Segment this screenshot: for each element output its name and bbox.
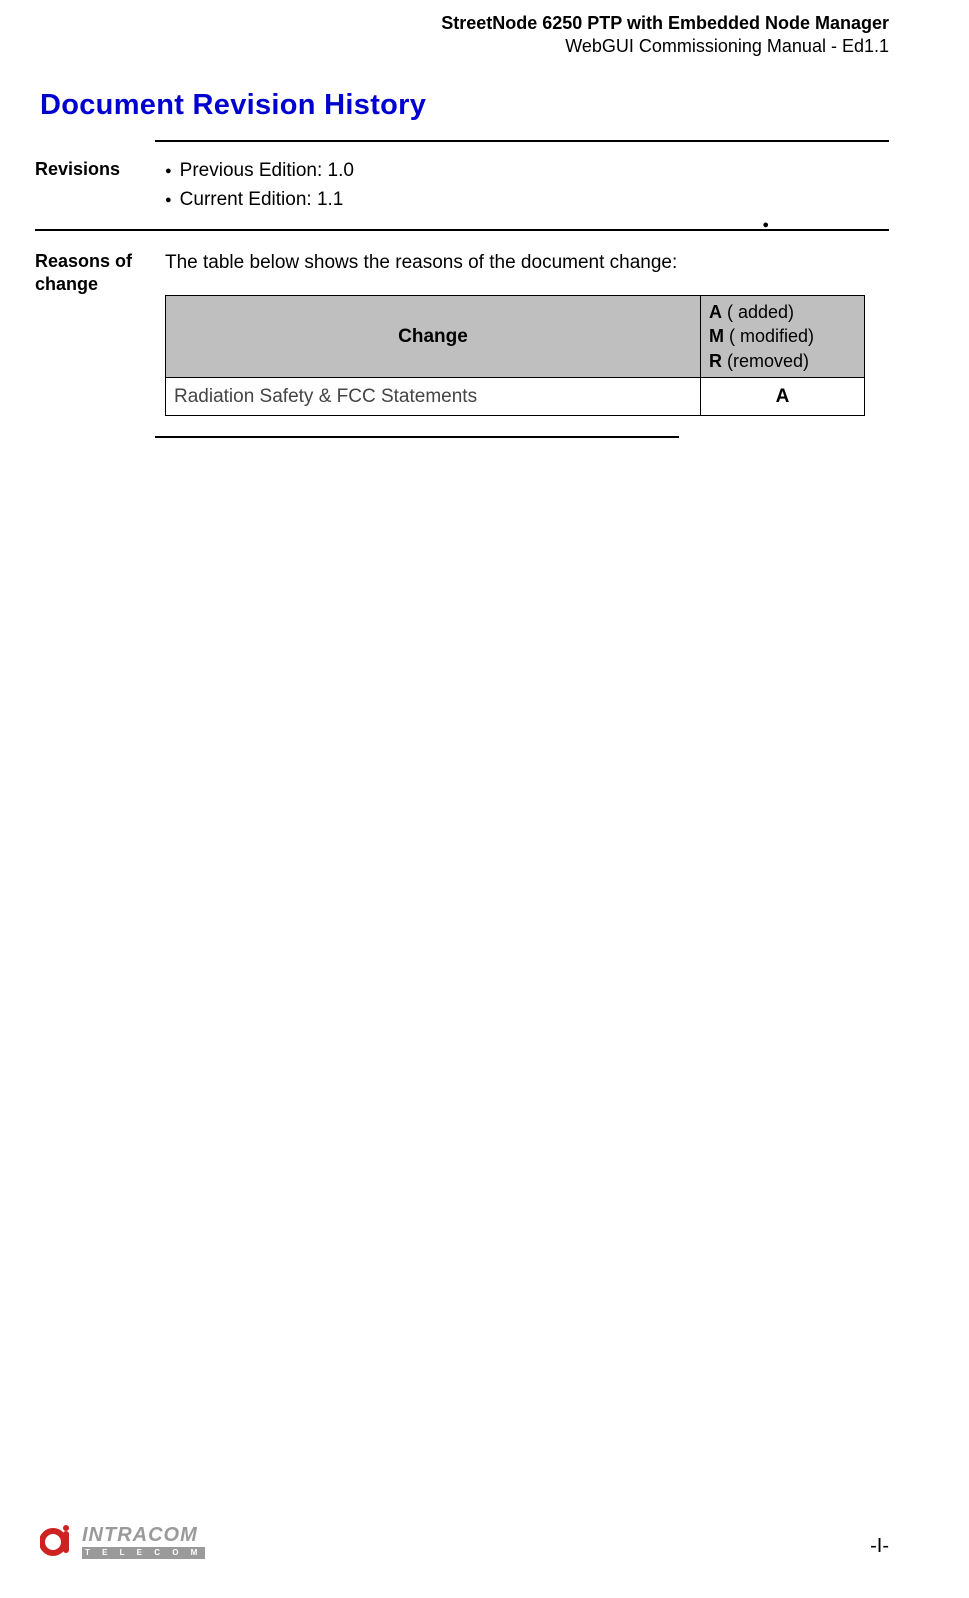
table-header-row: Change A ( added) M ( modified) R (remov… (166, 296, 865, 378)
revisions-label: Revisions (35, 156, 165, 181)
logo-main-text: INTRACOM (82, 1525, 205, 1545)
logo-text: INTRACOM T E L E C O M (82, 1525, 205, 1559)
divider (155, 436, 679, 438)
legend-a-key: A (709, 302, 722, 322)
reasons-label: Reasons of change (35, 248, 165, 297)
reasons-block: Reasons of change The table below shows … (35, 223, 889, 437)
reasons-body: The table below shows the reasons of the… (165, 248, 889, 427)
page-footer: INTRACOM T E L E C O M -I- (40, 1524, 929, 1560)
section-title: Document Revision History (40, 89, 889, 122)
table-row: Radiation Safety & FCC Statements A (166, 377, 865, 415)
legend-m-key: M (709, 326, 724, 346)
change-table: Change A ( added) M ( modified) R (remov… (165, 295, 865, 416)
content-area: Document Revision History Revisions Prev… (0, 89, 969, 439)
legend-r-val: (removed) (722, 351, 809, 371)
logo-icon (40, 1524, 76, 1560)
logo: INTRACOM T E L E C O M (40, 1524, 205, 1560)
col-header-legend: A ( added) M ( modified) R (removed) (701, 296, 865, 378)
cell-change: Radiation Safety & FCC Statements (166, 377, 701, 415)
logo-sub-text: T E L E C O M (82, 1547, 205, 1559)
header-subtitle: WebGUI Commissioning Manual - Ed1.1 (0, 35, 889, 58)
header-title: StreetNode 6250 PTP with Embedded Node M… (0, 12, 889, 35)
reasons-intro: The table below shows the reasons of the… (165, 248, 889, 277)
list-item: Current Edition: 1.1 (165, 185, 889, 214)
col-header-change: Change (166, 296, 701, 378)
page-header: StreetNode 6250 PTP with Embedded Node M… (0, 0, 969, 59)
cell-code: A (701, 377, 865, 415)
revisions-list: Previous Edition: 1.0 Current Edition: 1… (165, 156, 889, 215)
legend-a-val: ( added) (722, 302, 794, 322)
legend-m-val: ( modified) (724, 326, 814, 346)
list-item: Previous Edition: 1.0 (165, 156, 889, 185)
revisions-body: Previous Edition: 1.0 Current Edition: 1… (165, 156, 889, 215)
page-number: -I- (870, 1535, 929, 1560)
legend-r-key: R (709, 351, 722, 371)
revisions-block: Revisions Previous Edition: 1.0 Current … (35, 142, 889, 229)
